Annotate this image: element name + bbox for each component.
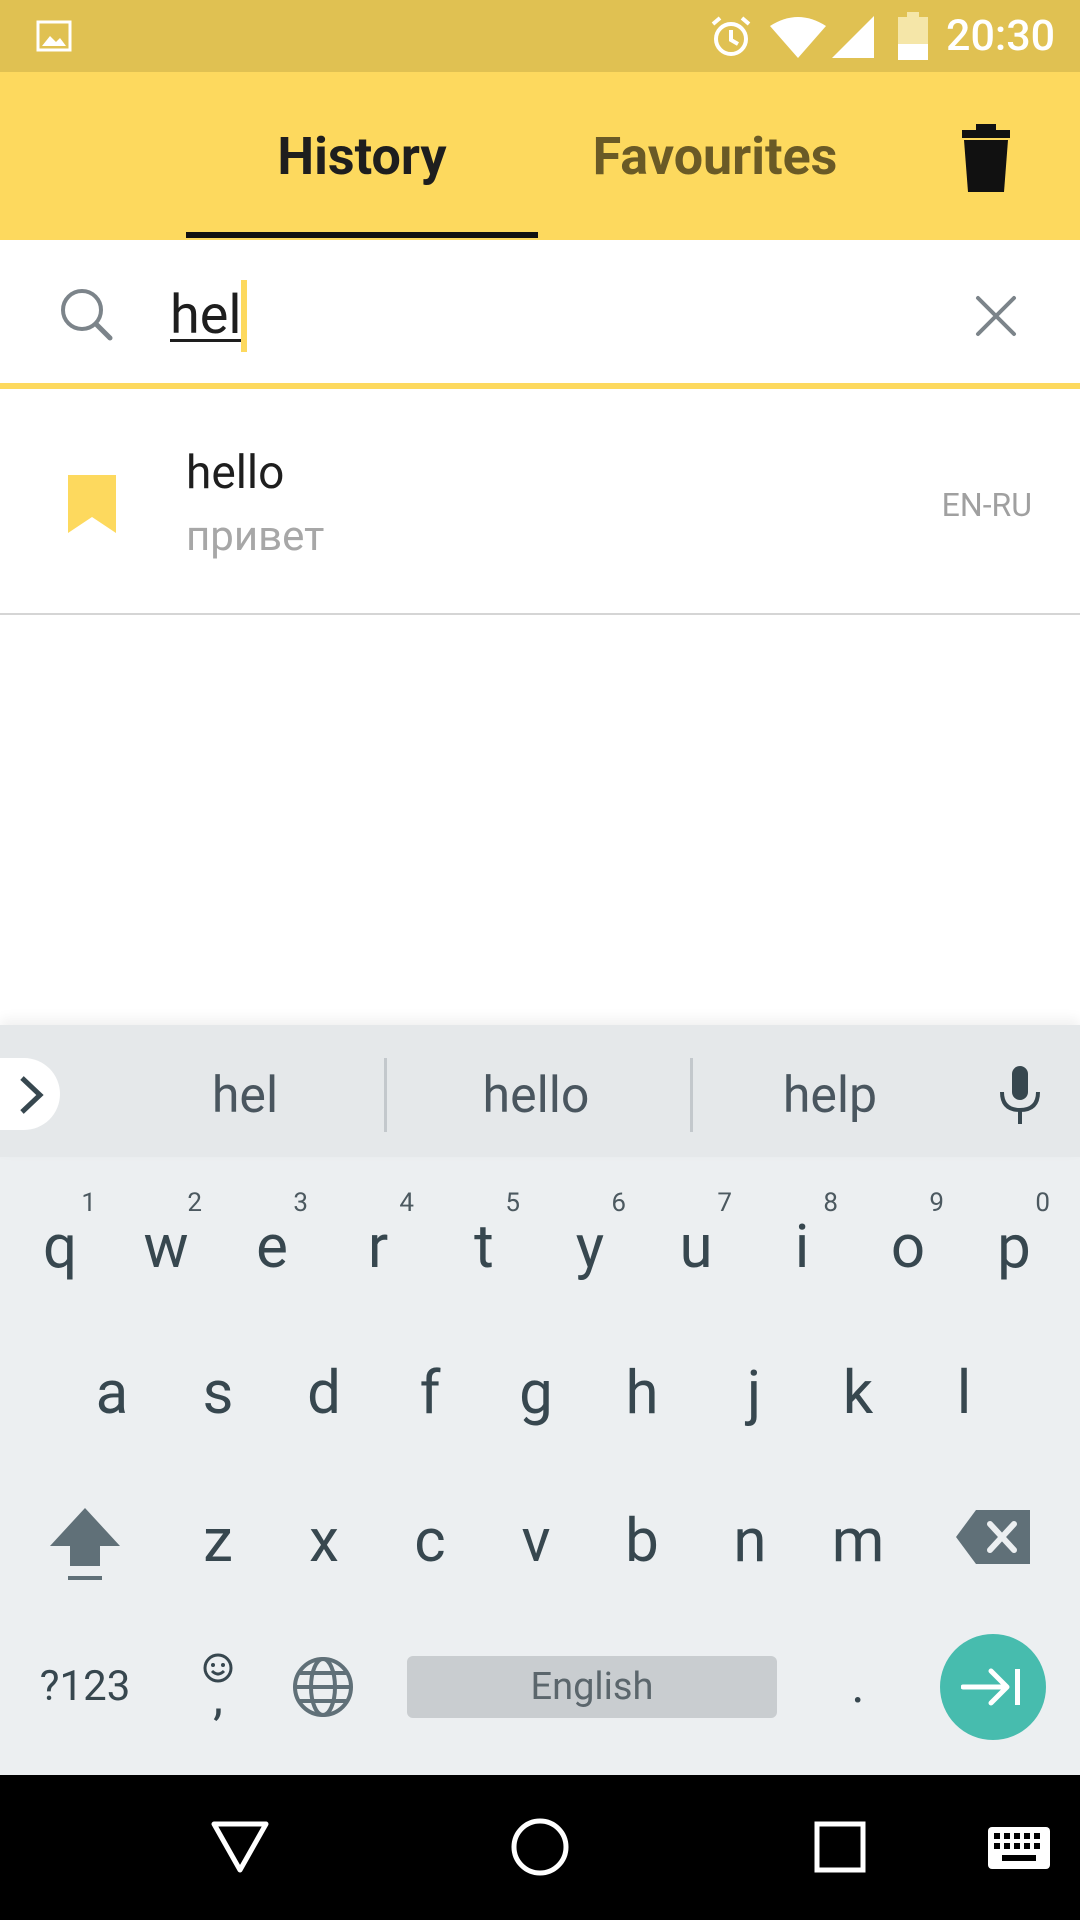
key-k[interactable]: k [814, 1356, 902, 1428]
key-m[interactable]: m [814, 1504, 902, 1576]
item-translation: привет [186, 512, 325, 561]
key-n[interactable]: n [706, 1504, 794, 1576]
arrow-to-right-icon [961, 1668, 1020, 1706]
symbols-key[interactable]: ?123 [30, 1650, 140, 1722]
home-icon[interactable] [510, 1817, 570, 1877]
battery-icon [898, 12, 928, 60]
bookmark-icon[interactable] [68, 475, 116, 533]
key-d[interactable]: d [280, 1356, 368, 1428]
active-tab-indicator [186, 232, 538, 238]
cell-signal-icon [832, 16, 874, 58]
key-u[interactable]: u7 [652, 1188, 740, 1282]
key-i[interactable]: i8 [758, 1188, 846, 1282]
status-bar: 20:30 [0, 0, 1080, 72]
tab-favourites[interactable]: Favourites [560, 72, 870, 240]
back-icon[interactable] [210, 1820, 270, 1874]
key-y[interactable]: y6 [546, 1188, 634, 1282]
key-s[interactable]: s [174, 1356, 262, 1428]
status-time: 20:30 [946, 11, 1056, 61]
key-q[interactable]: q1 [16, 1188, 104, 1282]
key-p[interactable]: p0 [970, 1188, 1058, 1282]
space-bar[interactable]: English [407, 1656, 777, 1718]
key-l[interactable]: l [920, 1356, 1008, 1428]
suggestion-2[interactable]: hello [416, 1060, 656, 1132]
suggestion-divider [690, 1058, 693, 1132]
key-e[interactable]: e3 [228, 1188, 316, 1282]
key-f[interactable]: f [386, 1356, 474, 1428]
period-key[interactable]: . [818, 1650, 898, 1722]
globe-icon[interactable] [292, 1656, 354, 1718]
search-input[interactable]: hel [170, 286, 242, 346]
comma-key[interactable]: , [190, 1668, 246, 1728]
key-v[interactable]: v [492, 1504, 580, 1576]
keyboard-icon[interactable] [988, 1827, 1050, 1869]
backspace-icon[interactable] [956, 1510, 1030, 1564]
item-source-word: hello [186, 446, 285, 500]
key-z[interactable]: z [174, 1504, 262, 1576]
suggestion-3[interactable]: help [720, 1060, 940, 1132]
key-c[interactable]: c [386, 1504, 474, 1576]
wifi-icon [770, 17, 826, 58]
key-r[interactable]: r4 [334, 1188, 422, 1282]
clear-search-icon[interactable] [972, 292, 1020, 340]
key-w[interactable]: w2 [122, 1188, 210, 1282]
key-h[interactable]: h [598, 1356, 686, 1428]
gallery-icon [36, 20, 72, 52]
key-j[interactable]: j [710, 1356, 798, 1428]
search-icon [61, 289, 113, 341]
chevron-right-icon [20, 1076, 44, 1114]
alarm-icon [711, 16, 751, 56]
navigation-bar [0, 1775, 1080, 1920]
key-a[interactable]: a [68, 1356, 156, 1428]
key-g[interactable]: g [492, 1356, 580, 1428]
key-o[interactable]: o9 [864, 1188, 952, 1282]
key-x[interactable]: x [280, 1504, 368, 1576]
tab-history[interactable]: History [186, 72, 538, 240]
suggestion-1[interactable]: hel [140, 1060, 350, 1132]
microphone-icon[interactable] [996, 1066, 1044, 1126]
shift-icon[interactable] [48, 1506, 122, 1582]
key-t[interactable]: t5 [440, 1188, 528, 1282]
enter-key[interactable] [940, 1634, 1046, 1740]
search-bar [0, 240, 1080, 388]
trash-icon[interactable] [958, 124, 1014, 192]
recents-icon[interactable] [814, 1821, 866, 1873]
item-language-pair: EN-RU [941, 486, 1032, 524]
history-list-item[interactable]: hello привет EN-RU [0, 389, 1080, 615]
suggestion-divider [384, 1058, 387, 1132]
app-screen: 20:30 History Favourites hel hello приве… [0, 0, 1080, 1920]
key-b[interactable]: b [598, 1504, 686, 1576]
tab-bar: History Favourites [0, 72, 1080, 240]
text-caret [241, 280, 247, 352]
